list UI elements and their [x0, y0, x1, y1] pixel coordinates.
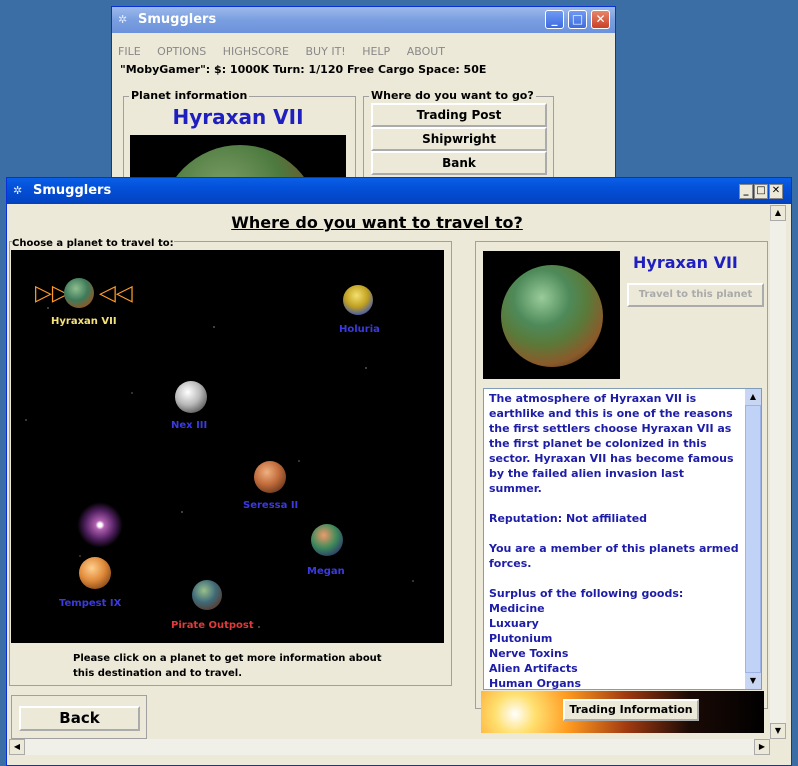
travel-window: ✲ Smugglers _ □ ✕ ▲ ▼ ◀ ▶ Where do you w…: [6, 177, 792, 766]
scroll-down-icon[interactable]: ▼: [770, 723, 786, 739]
maximize-icon[interactable]: □: [754, 184, 768, 199]
selection-arrow-left-icon: ◁◁: [99, 281, 133, 306]
minimize-icon[interactable]: _: [739, 184, 753, 199]
goods-item: Plutonium: [489, 632, 553, 645]
close-icon[interactable]: ✕: [591, 10, 610, 29]
star-map[interactable]: ▷▷ ◁◁ Hyraxan VII Holuria Nex III Seress…: [11, 250, 444, 643]
goods-item: Medicine: [489, 602, 545, 615]
travel-to-planet-button[interactable]: Travel to this planet: [627, 283, 764, 307]
surplus-heading: Surplus of the following goods:: [489, 587, 684, 600]
travel-window-titlebar[interactable]: ✲ Smugglers _ □ ✕: [7, 178, 791, 204]
status-line: "MobyGamer": $: 1000K Turn: 1/120 Free C…: [120, 63, 487, 76]
goods-item: Luxuary: [489, 617, 539, 630]
planet-label-tempest-ix[interactable]: Tempest IX: [59, 598, 121, 609]
planet-seressa-ii[interactable]: [254, 461, 286, 493]
app-icon: ✲: [118, 13, 128, 26]
travel-window-title: Smugglers: [33, 183, 112, 198]
membership-text: You are a member of this planets armed f…: [489, 542, 739, 570]
app-icon: ✲: [13, 184, 23, 197]
back-window-titlebar[interactable]: ✲ Smugglers _ □ ✕: [112, 7, 615, 33]
menu-help[interactable]: HELP: [362, 45, 390, 58]
planet-label-hyraxan-vii[interactable]: Hyraxan VII: [51, 316, 117, 327]
planet-pirate-outpost[interactable]: [192, 580, 222, 610]
window-vertical-scrollbar[interactable]: ▲ ▼: [770, 205, 786, 739]
planet-description: The atmosphere of Hyraxan VII is earthli…: [489, 391, 739, 690]
planet-label-megan[interactable]: Megan: [307, 566, 345, 577]
planet-label-seressa-ii[interactable]: Seressa II: [243, 500, 298, 511]
menu-file[interactable]: FILE: [118, 45, 141, 58]
bank-button[interactable]: Bank: [371, 151, 547, 175]
menu-bar: FILE OPTIONS HIGHSCORE BUY IT! HELP ABOU…: [118, 45, 458, 58]
back-planet-name: Hyraxan VII: [172, 105, 304, 129]
back-window: ✲ Smugglers _ □ ✕ FILE OPTIONS HIGHSCORE…: [111, 6, 616, 216]
scroll-up-icon[interactable]: ▲: [770, 205, 786, 221]
menu-about[interactable]: ABOUT: [407, 45, 445, 58]
trading-information-button[interactable]: Trading Information: [563, 699, 699, 721]
scroll-left-icon[interactable]: ◀: [9, 739, 25, 755]
selected-planet-image: [483, 251, 620, 379]
maximize-icon[interactable]: □: [568, 10, 587, 29]
desc-scroll-down-icon[interactable]: ▼: [745, 673, 761, 689]
planet-tempest-ix[interactable]: [79, 557, 111, 589]
choose-planet-label: Choose a planet to travel to:: [12, 238, 174, 249]
description-text: The atmosphere of Hyraxan VII is earthli…: [489, 392, 734, 495]
planet-holuria[interactable]: [343, 285, 373, 315]
planet-label-nex-iii[interactable]: Nex III: [171, 420, 207, 431]
planet-label-holuria[interactable]: Holuria: [339, 324, 380, 335]
back-window-title: Smugglers: [138, 12, 217, 27]
planet-label-pirate-outpost[interactable]: Pirate Outpost: [171, 620, 254, 631]
reputation-text: Reputation: Not affiliated: [489, 512, 648, 525]
minimize-icon[interactable]: _: [545, 10, 564, 29]
menu-highscore[interactable]: HIGHSCORE: [223, 45, 289, 58]
selected-planet-name: Hyraxan VII: [633, 253, 738, 272]
scroll-right-icon[interactable]: ▶: [754, 739, 770, 755]
trading-post-button[interactable]: Trading Post: [371, 103, 547, 127]
close-icon[interactable]: ✕: [769, 184, 783, 199]
nebula-glow: [77, 502, 123, 548]
goods-list: Medicine Luxuary Plutonium Nerve Toxins …: [489, 601, 739, 690]
menu-options[interactable]: OPTIONS: [157, 45, 206, 58]
description-scrollbar[interactable]: ▲ ▼: [745, 389, 761, 689]
instruction-text: Please click on a planet to get more inf…: [73, 653, 382, 679]
planet-megan[interactable]: [311, 524, 343, 556]
back-button[interactable]: Back: [19, 706, 140, 731]
goods-item: Alien Artifacts: [489, 662, 578, 675]
page-title: Where do you want to travel to?: [231, 213, 523, 232]
planet-nex-iii[interactable]: [175, 381, 207, 413]
where-label: Where do you want to go?: [369, 89, 536, 102]
shipwright-button[interactable]: Shipwright: [371, 127, 547, 151]
planet-description-box: The atmosphere of Hyraxan VII is earthli…: [483, 388, 762, 690]
desc-scroll-thumb[interactable]: [745, 405, 761, 673]
planet-hyraxan-vii[interactable]: [64, 278, 94, 308]
desc-scroll-up-icon[interactable]: ▲: [745, 389, 761, 405]
goods-item: Human Organs: [489, 677, 582, 690]
menu-buy-it[interactable]: BUY IT!: [306, 45, 346, 58]
goods-item: Nerve Toxins: [489, 647, 569, 660]
planet-info-label: Planet information: [129, 89, 250, 102]
window-horizontal-scrollbar[interactable]: ◀ ▶: [9, 739, 770, 755]
